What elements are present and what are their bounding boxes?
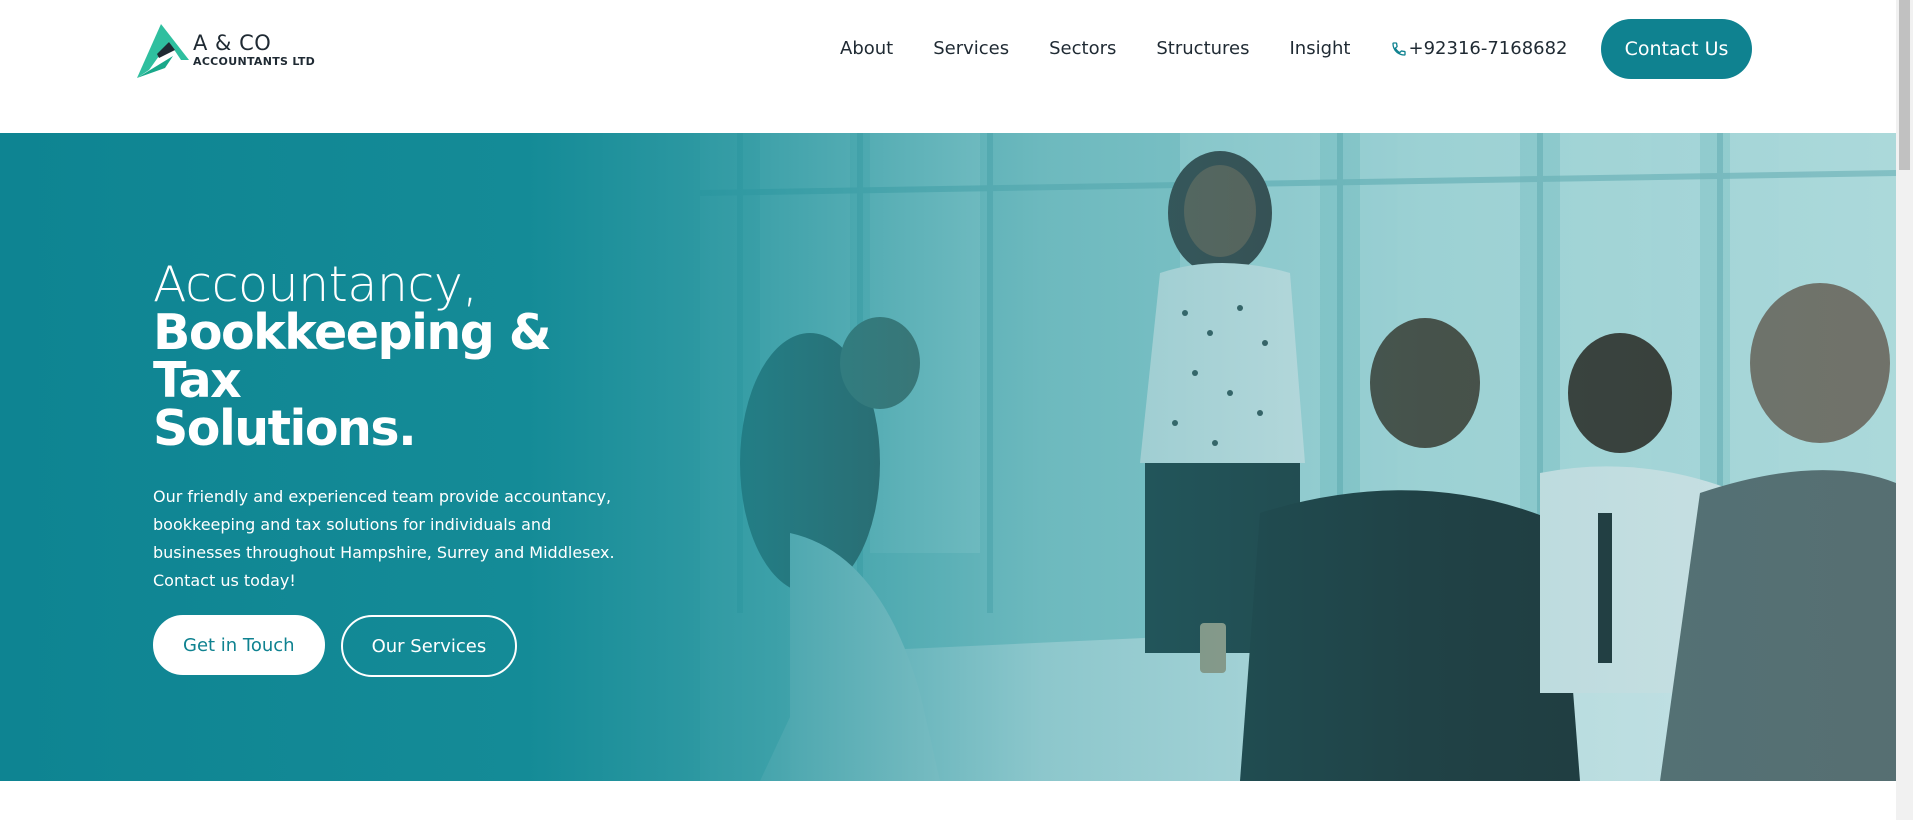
brand-logo[interactable]: A & CO ACCOUNTANTS LTD	[135, 20, 325, 80]
brand-name: A & CO	[193, 31, 272, 55]
phone-icon	[1391, 41, 1407, 57]
nav-about[interactable]: About	[840, 38, 893, 59]
triangle-a-logo-icon	[137, 24, 189, 78]
get-in-touch-button[interactable]: Get in Touch	[153, 615, 325, 675]
hero-title-light: Accountancy,	[153, 256, 478, 313]
nav-structures[interactable]: Structures	[1156, 38, 1249, 59]
site-header: A & CO ACCOUNTANTS LTD About Services Se…	[0, 0, 1896, 133]
brand-subtitle: ACCOUNTANTS LTD	[193, 55, 316, 68]
page-scrollbar[interactable]	[1896, 0, 1913, 820]
nav-insight[interactable]: Insight	[1290, 38, 1351, 59]
next-section	[0, 781, 1896, 820]
hero-title-bold-line2: Solutions.	[153, 400, 417, 457]
hero-section: Accountancy, Bookkeeping & Tax Solutions…	[0, 133, 1896, 781]
phone-number: +92316-7168682	[1408, 38, 1568, 59]
hero-description: Our friendly and experienced team provid…	[153, 487, 615, 590]
nav-sectors[interactable]: Sectors	[1049, 38, 1116, 59]
hero-content: Accountancy, Bookkeeping & Tax Solutions…	[153, 256, 633, 677]
our-services-button[interactable]: Our Services	[340, 615, 518, 677]
contact-us-button[interactable]: Contact Us	[1601, 19, 1752, 79]
page: A & CO ACCOUNTANTS LTD About Services Se…	[0, 0, 1913, 820]
brand-wordmark: A & CO ACCOUNTANTS LTD	[193, 31, 316, 68]
hero-title: Accountancy, Bookkeeping & Tax Solutions…	[153, 256, 633, 457]
nav-phone-link[interactable]: +92316-7168682	[1391, 38, 1568, 59]
scrollbar-thumb[interactable]	[1899, 0, 1910, 170]
hero-title-bold-line1: Bookkeeping & Tax	[153, 304, 552, 409]
main-nav: About Services Sectors Structures Insigh…	[840, 0, 1568, 97]
nav-services[interactable]: Services	[933, 38, 1009, 59]
hero-buttons: Get in Touch Our Services	[153, 615, 633, 677]
